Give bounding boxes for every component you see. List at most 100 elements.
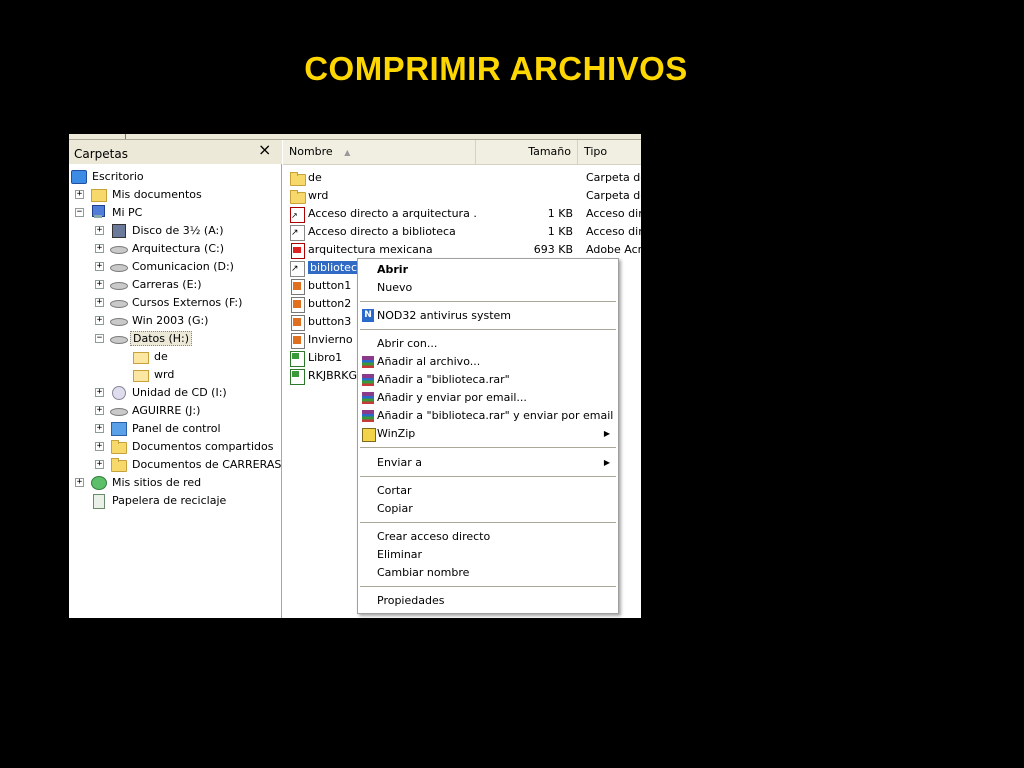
menu-item-nod32[interactable]: NOD32 antivirus system <box>358 307 618 325</box>
tree-item-my-documents[interactable]: + Mis documentos <box>75 185 204 203</box>
context-menu: Abrir Nuevo NOD32 antivirus system Abrir… <box>357 258 619 614</box>
tree-item-folder-wrd[interactable]: wrd <box>132 365 176 383</box>
menu-item-add-to-archive[interactable]: Añadir al archivo... <box>358 353 618 371</box>
nod32-icon <box>361 309 375 323</box>
tree-item-drive-d[interactable]: + Comunicacion (D:) <box>95 257 236 275</box>
excel-icon <box>289 369 305 385</box>
tree-item-my-pc[interactable]: − Mi PC <box>75 203 144 221</box>
menu-item-send-to[interactable]: Enviar a ▶ <box>358 454 618 472</box>
expand-toggle[interactable]: + <box>95 243 104 253</box>
tree-item-recycle-bin[interactable]: Papelera de reciclaje <box>90 491 228 509</box>
folders-pane-header: Carpetas × <box>69 140 282 164</box>
expand-toggle[interactable]: + <box>75 189 84 199</box>
file-name: Invierno <box>308 333 353 346</box>
collapse-toggle[interactable]: − <box>75 207 84 217</box>
tree-item-drive-f[interactable]: + Cursos Externos (F:) <box>95 293 244 311</box>
excel-icon <box>289 351 305 367</box>
tree-item-folder-de[interactable]: de <box>132 347 170 365</box>
tree-item-label: Disco de 3½ (A:) <box>132 223 224 237</box>
list-item[interactable]: arquitectura mexicana 693 KB Adobe Acro <box>283 241 641 259</box>
menu-separator <box>360 301 616 302</box>
menu-item-copy[interactable]: Copiar <box>358 500 618 518</box>
tree-item-drive-h[interactable]: − Datos (H:) <box>95 329 193 347</box>
folder-icon <box>289 189 306 204</box>
tree-item-drive-g[interactable]: + Win 2003 (G:) <box>95 311 210 329</box>
close-icon[interactable]: × <box>258 142 271 158</box>
tree-item-drive-a[interactable]: + Disco de 3½ (A:) <box>95 221 226 239</box>
menu-item-cut[interactable]: Cortar <box>358 482 618 500</box>
expand-toggle[interactable]: + <box>95 459 104 469</box>
expand-toggle[interactable]: + <box>95 297 104 307</box>
file-type: Adobe Acro <box>586 243 641 256</box>
menu-item-rename[interactable]: Cambiar nombre <box>358 564 618 582</box>
file-name: button2 <box>308 297 352 310</box>
menu-item-label: Abrir con... <box>377 337 438 350</box>
recycle-bin-icon <box>90 493 106 509</box>
tree-item-label: Carreras (E:) <box>132 277 202 291</box>
menu-item-delete[interactable]: Eliminar <box>358 546 618 564</box>
submenu-arrow-icon: ▶ <box>603 458 610 467</box>
pdf-icon <box>289 243 305 259</box>
list-header: Nombre ▲ Tamaño Tipo <box>283 140 641 165</box>
file-size: 693 KB <box>533 243 573 256</box>
list-item[interactable]: de Carpeta de <box>283 169 641 187</box>
file-name: wrd <box>308 189 329 202</box>
file-name: Libro1 <box>308 351 343 364</box>
list-item[interactable]: Acceso directo a arquitectura ... 1 KB A… <box>283 205 641 223</box>
menu-item-create-shortcut[interactable]: Crear acceso directo <box>358 528 618 546</box>
expand-toggle[interactable]: + <box>95 279 104 289</box>
expand-toggle[interactable]: + <box>95 315 104 325</box>
tree-item-label: Mis sitios de red <box>112 475 202 489</box>
expand-toggle[interactable]: + <box>95 441 104 451</box>
menu-item-add-to-rar[interactable]: Añadir a "biblioteca.rar" <box>358 371 618 389</box>
menu-item-properties[interactable]: Propiedades <box>358 592 618 610</box>
file-name: Acceso directo a biblioteca <box>308 225 456 238</box>
menu-item-winzip[interactable]: WinZip ▶ <box>358 425 618 443</box>
file-name: button1 <box>308 279 352 292</box>
expand-toggle[interactable]: + <box>95 261 104 271</box>
tree-item-label: Papelera de reciclaje <box>112 493 227 507</box>
folder-icon <box>132 349 149 364</box>
file-size: 1 KB <box>547 207 573 220</box>
column-header-name[interactable]: Nombre ▲ <box>283 140 476 165</box>
tree-item-shared-documents[interactable]: + Documentos compartidos <box>95 437 276 455</box>
tree-item-network-places[interactable]: + Mis sitios de red <box>75 473 203 491</box>
menu-item-label: Copiar <box>377 502 413 515</box>
tree-item-drive-c[interactable]: + Arquitectura (C:) <box>95 239 226 257</box>
tree-item-label: AGUIRRE (J:) <box>132 403 201 417</box>
drive-icon <box>110 313 128 327</box>
list-item[interactable]: Acceso directo a biblioteca 1 KB Acceso … <box>283 223 641 241</box>
list-item[interactable]: wrd Carpeta de <box>283 187 641 205</box>
sort-ascending-icon: ▲ <box>344 148 351 157</box>
menu-item-add-to-rar-and-email[interactable]: Añadir a "biblioteca.rar" y enviar por e… <box>358 407 618 425</box>
tree-item-control-panel[interactable]: + Panel de control <box>95 419 223 437</box>
expand-toggle[interactable]: + <box>95 423 104 433</box>
drive-icon <box>110 259 128 273</box>
menu-item-open-with[interactable]: Abrir con... <box>358 335 618 353</box>
expand-toggle[interactable]: + <box>75 477 84 487</box>
tree-item-drive-i[interactable]: + Unidad de CD (I:) <box>95 383 229 401</box>
tree-item-desktop[interactable]: Escritorio <box>70 167 146 185</box>
expand-toggle[interactable]: + <box>95 387 104 397</box>
tree-item-drive-e[interactable]: + Carreras (E:) <box>95 275 204 293</box>
menu-item-label: Cambiar nombre <box>377 566 470 579</box>
expand-toggle[interactable]: + <box>95 405 104 415</box>
menu-item-open[interactable]: Abrir <box>358 261 618 279</box>
drive-icon <box>110 241 128 255</box>
collapse-toggle[interactable]: − <box>95 333 104 343</box>
drive-icon <box>110 277 128 291</box>
tree-item-label: Win 2003 (G:) <box>132 313 209 327</box>
column-header-type[interactable]: Tipo <box>578 140 641 165</box>
menu-item-label: Eliminar <box>377 548 423 561</box>
shortcut-icon <box>289 261 305 277</box>
column-header-size[interactable]: Tamaño <box>476 140 578 165</box>
menu-item-add-and-email[interactable]: Añadir y enviar por email... <box>358 389 618 407</box>
shortcut-pdf-icon <box>289 207 305 223</box>
menu-item-label: WinZip <box>377 427 416 440</box>
menu-item-new[interactable]: Nuevo <box>358 279 618 297</box>
drive-icon <box>110 295 128 309</box>
menu-item-label: Añadir a "biblioteca.rar" y enviar por e… <box>377 409 614 422</box>
tree-item-carreras-documents[interactable]: + Documentos de CARRERAS <box>95 455 283 473</box>
tree-item-drive-j[interactable]: + AGUIRRE (J:) <box>95 401 202 419</box>
expand-toggle[interactable]: + <box>95 225 104 235</box>
